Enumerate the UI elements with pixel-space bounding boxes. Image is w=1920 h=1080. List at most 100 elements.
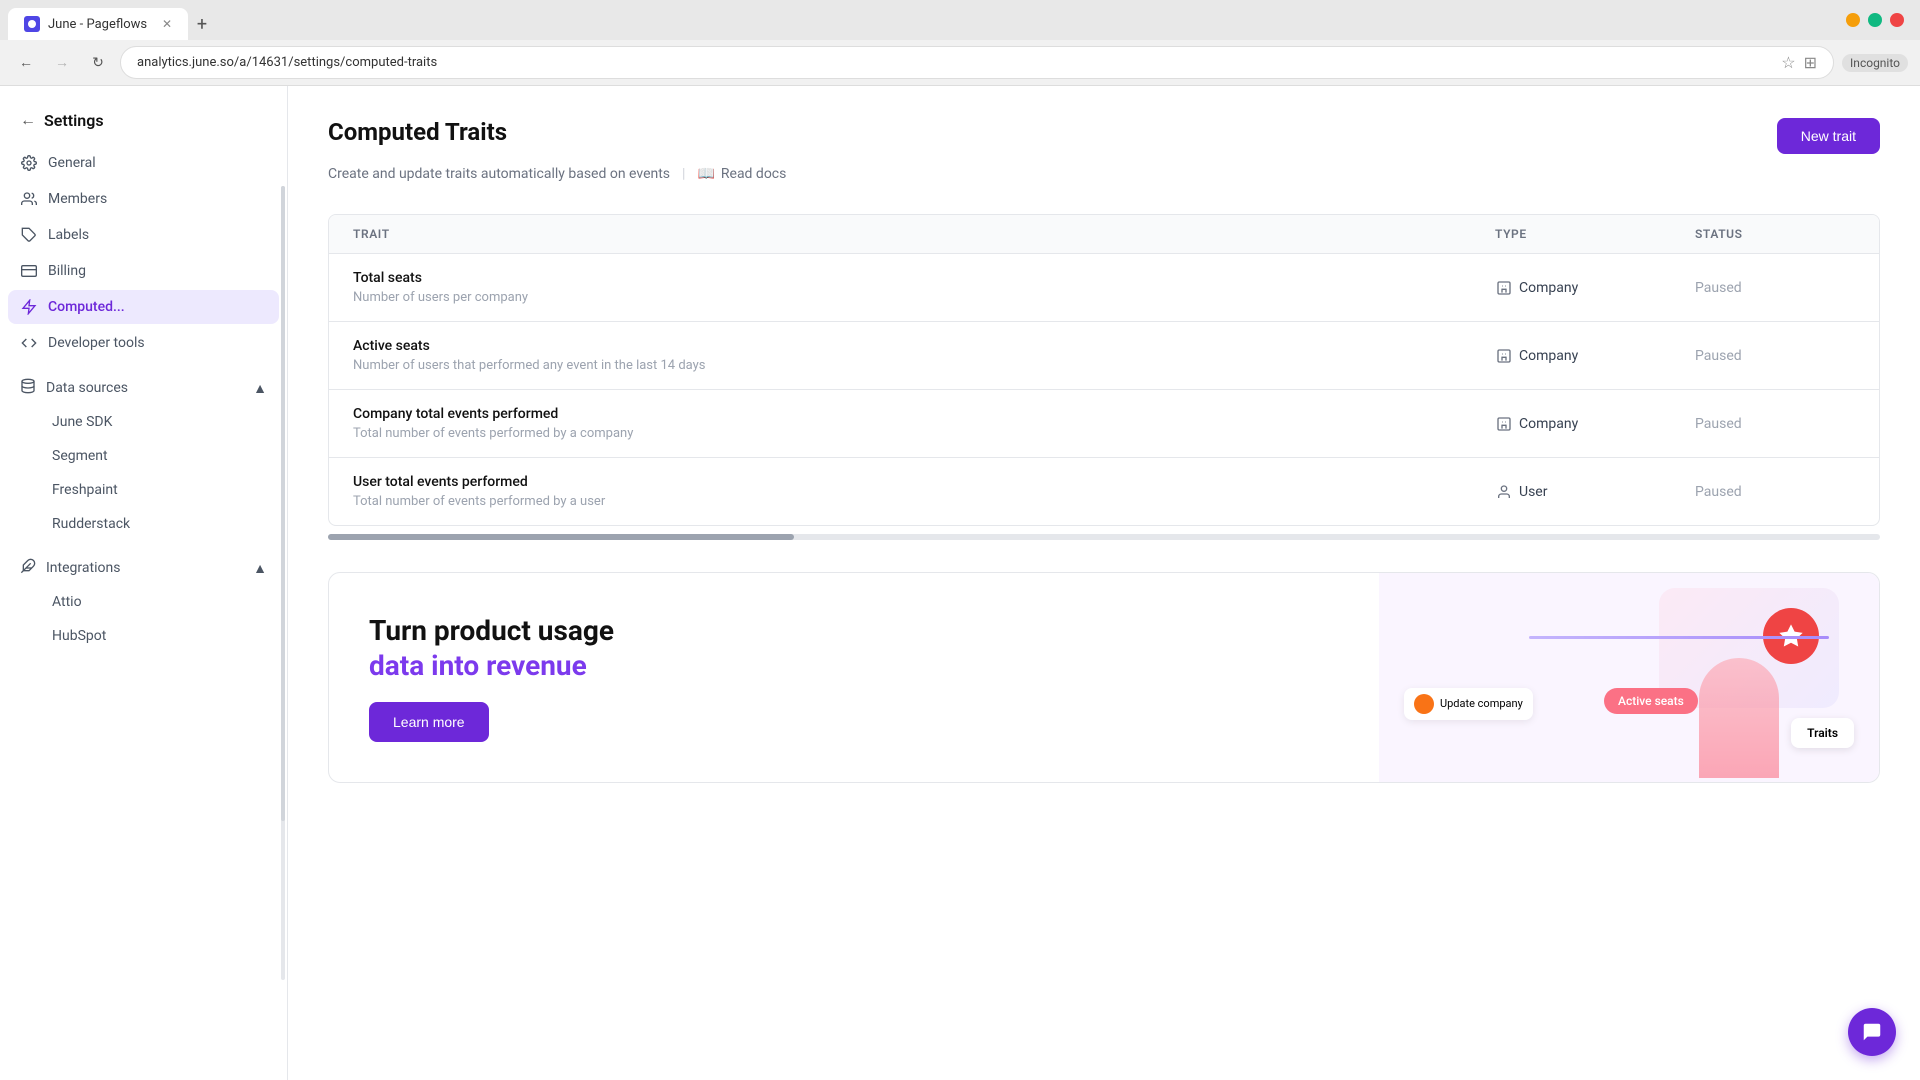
sidebar-section-data-sources-header[interactable]: Data sources ▲ [8,370,279,406]
horizontal-scrollbar[interactable] [328,534,1880,540]
type-badge: User [1495,483,1695,501]
reload-button[interactable]: ↻ [84,49,112,77]
code-icon [20,334,38,352]
star-icon[interactable]: ☆ [1781,53,1795,72]
sidebar-header: ← Settings [0,102,287,146]
promo-shape [1699,658,1779,778]
trait-info: Active seats Number of users that perfor… [353,338,1495,373]
sidebar-item-computed[interactable]: Computed... [8,290,279,324]
sidebar-section-integrations-header[interactable]: Integrations ▲ [8,550,279,586]
trait-description: Total number of events performed by a us… [353,494,1495,509]
update-company-tag: Update company [1404,688,1533,720]
trait-name: Active seats [353,338,1495,354]
address-text: analytics.june.so/a/14631/settings/compu… [137,55,1773,70]
trait-name: User total events performed [353,474,1495,490]
cast-icon[interactable]: ⊞ [1804,53,1817,72]
table-row[interactable]: User total events performed Total number… [329,458,1879,525]
sidebar-item-developer[interactable]: Developer tools [8,326,279,360]
table-row[interactable]: Total seats Number of users per company … [329,254,1879,322]
update-label: Update company [1440,697,1523,710]
sidebar-item-label: General [48,155,96,171]
new-trait-button[interactable]: New trait [1777,118,1880,154]
puzzle-icon [20,558,36,578]
type-label: Company [1519,416,1578,432]
trait-info: Company total events performed Total num… [353,406,1495,441]
status-text: Paused [1695,416,1855,432]
sidebar-section-data-sources-children: June SDK Segment Freshpaint Rudderstack [8,406,279,540]
sidebar-item-rudderstack[interactable]: Rudderstack [40,508,279,540]
read-docs-text: Read docs [721,166,786,182]
tab-title: June - Pageflows [48,17,147,32]
minimize-button[interactable] [1846,13,1860,27]
table-header: TRAIT TYPE STATUS [329,215,1879,254]
back-nav-button[interactable]: ← [12,49,40,77]
page-title: Computed Traits [328,118,507,146]
header-type: TYPE [1495,227,1695,241]
sidebar-item-members[interactable]: Members [8,182,279,216]
page-subtitle-text: Create and update traits automatically b… [328,166,670,182]
forward-nav-button[interactable]: → [48,49,76,77]
sidebar-item-attio[interactable]: Attio [40,586,279,618]
trait-name: Company total events performed [353,406,1495,422]
sidebar-section-data-sources: Data sources ▲ June SDK Segment Freshpai… [8,370,279,540]
maximize-button[interactable] [1868,13,1882,27]
learn-more-button[interactable]: Learn more [369,702,489,742]
scrollbar-thumb [328,534,794,540]
sidebar-item-label: Computed... [48,299,125,315]
sidebar-item-label: Labels [48,227,89,243]
page-subtitle-row: Create and update traits automatically b… [328,166,1880,182]
credit-card-icon [20,262,38,280]
promo-section: Turn product usage data into revenue Lea… [328,572,1880,783]
back-button[interactable]: ← [20,110,36,130]
active-seats-pill: Active seats [1604,688,1698,714]
table-row[interactable]: Company total events performed Total num… [329,390,1879,458]
browser-tab[interactable]: June - Pageflows ✕ [8,8,188,40]
book-icon: 📖 [697,166,714,182]
sidebar-item-segment[interactable]: Segment [40,440,279,472]
tab-favicon [24,16,40,32]
status-text: Paused [1695,348,1855,364]
sidebar-item-freshpaint[interactable]: Freshpaint [40,474,279,506]
sidebar-item-label: Developer tools [48,335,145,351]
database-icon [20,378,36,398]
gear-icon [20,154,38,172]
main-content: Computed Traits New trait Create and upd… [288,86,1920,1080]
read-docs-link[interactable]: 📖 Read docs [697,166,786,182]
window-controls [1846,13,1912,35]
sidebar-item-label: Billing [48,263,86,279]
address-bar[interactable]: analytics.june.so/a/14631/settings/compu… [120,46,1834,79]
trait-name: Total seats [353,270,1495,286]
close-tab-button[interactable]: ✕ [162,17,172,31]
sidebar-item-june-sdk[interactable]: June SDK [40,406,279,438]
incognito-badge: Incognito [1842,54,1908,72]
sidebar-section-label: Data sources [46,380,128,396]
users-icon [20,190,38,208]
tag-icon [20,226,38,244]
sidebar-item-labels[interactable]: Labels [8,218,279,252]
sidebar-item-billing[interactable]: Billing [8,254,279,288]
building-icon [1495,415,1513,433]
user-icon [1495,483,1513,501]
type-label: User [1519,484,1547,500]
chat-button[interactable] [1848,1008,1896,1056]
sidebar: ← Settings General Members [0,86,288,1080]
promo-content: Turn product usage data into revenue Lea… [329,573,1379,782]
building-icon [1495,347,1513,365]
sidebar-section-integrations-children: Attio HubSpot [8,586,279,652]
table-row[interactable]: Active seats Number of users that perfor… [329,322,1879,390]
type-badge: Company [1495,415,1695,433]
promo-line [1529,636,1829,639]
new-tab-button[interactable]: + [188,10,216,38]
sidebar-item-label: Members [48,191,107,207]
traits-card: Traits [1791,718,1854,748]
sidebar-item-hubspot[interactable]: HubSpot [40,620,279,652]
type-label: Company [1519,280,1578,296]
trait-info: Total seats Number of users per company [353,270,1495,305]
header-trait: TRAIT [353,227,1495,241]
sidebar-item-general[interactable]: General [8,146,279,180]
traits-label: Traits [1807,726,1838,740]
status-text: Paused [1695,280,1855,296]
trait-description: Total number of events performed by a co… [353,426,1495,441]
header-status: STATUS [1695,227,1855,241]
close-button[interactable] [1890,13,1904,27]
